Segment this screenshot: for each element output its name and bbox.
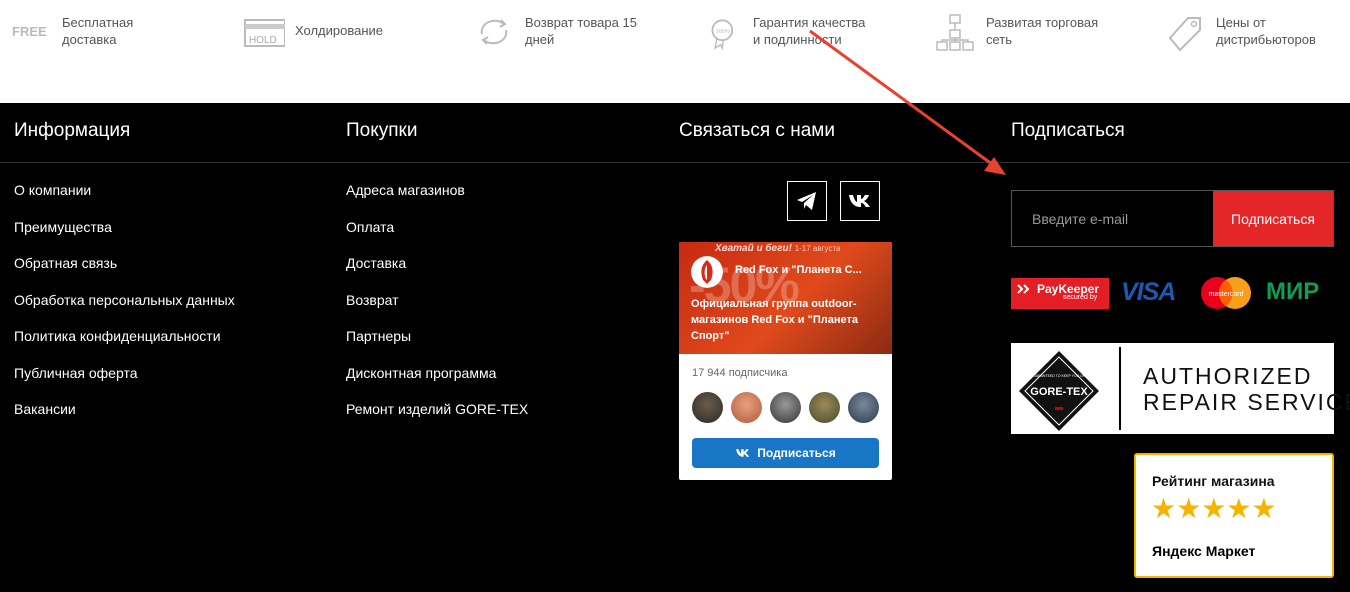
rating-source: Яндекс Маркет	[1152, 543, 1256, 559]
rating-stars-icon: ★★★★★	[1151, 493, 1277, 524]
telegram-icon	[797, 192, 816, 210]
avatar[interactable]	[770, 392, 801, 423]
seal-badge-text: 100%	[716, 29, 730, 35]
feature-line: Холдирование	[295, 23, 384, 38]
vk-group-description: Официальная группа outdoor-магазинов Red…	[691, 298, 858, 342]
feature-prices: Цены от дистрибьюторов	[1166, 12, 1316, 52]
quality-seal-icon: 100%	[711, 19, 734, 51]
footer-link-offer[interactable]: Публичная оферта	[14, 364, 235, 382]
email-input[interactable]	[1012, 191, 1213, 246]
feature-text: Возврат товара 15 дней	[525, 14, 637, 48]
avatar[interactable]	[692, 392, 723, 423]
footer-link-about[interactable]: О компании	[14, 181, 235, 199]
info-links: О компании Преимущества Обратная связь О…	[14, 181, 235, 437]
feature-text: Гарантия качества и подлинности	[753, 14, 865, 48]
feature-line: доставка	[62, 32, 117, 47]
feature-text: Бесплатная доставка	[62, 14, 133, 48]
info-column-title: Информация	[14, 120, 131, 141]
footer-link-return[interactable]: Возврат	[346, 291, 528, 309]
goretex-line1: AUTHORIZED	[1143, 363, 1313, 389]
vk-group-name[interactable]: Red Fox и "Планета С...	[735, 264, 862, 276]
footer-link-partners[interactable]: Партнеры	[346, 327, 528, 345]
price-tag-icon	[1168, 17, 1201, 52]
vk-group-widget[interactable]: Хватай и беги! 1-17 августа -50% Red Fox…	[679, 242, 892, 480]
feature-text: Цены от дистрибьюторов	[1216, 14, 1316, 48]
feature-line: и подлинности	[753, 32, 842, 47]
feature-text: Холдирование	[295, 22, 383, 39]
footer-link-feedback[interactable]: Обратная связь	[14, 254, 235, 272]
goretex-separator	[1119, 347, 1121, 430]
subscribe-form: Подписаться	[1011, 190, 1334, 247]
footer-link-stores[interactable]: Адреса магазинов	[346, 181, 528, 199]
vk-icon	[849, 195, 870, 207]
feature-line: Возврат товара 15	[525, 15, 637, 30]
feature-hold: HOLD Холдирование	[243, 12, 383, 52]
features-strip: FREE Бесплатная доставка HOLD Холдирован…	[0, 0, 1350, 103]
footer-link-advantages[interactable]: Преимущества	[14, 218, 235, 236]
vk-subscribers-count: 17 944 подписчика	[692, 367, 788, 379]
purchases-links: Адреса магазинов Оплата Доставка Возврат…	[346, 181, 528, 437]
feature-free-delivery: FREE Бесплатная доставка	[12, 12, 133, 52]
footer-link-goretex-repair[interactable]: Ремонт изделий GORE-TEX	[346, 400, 528, 418]
purchases-column-title: Покупки	[346, 120, 418, 141]
avatar[interactable]	[809, 392, 840, 423]
vk-widget-cover: Хватай и беги! 1-17 августа -50% Red Fox…	[679, 242, 892, 354]
feature-line: Цены от	[1216, 15, 1266, 30]
paykeeper-logo: PayKeeper secured by	[1011, 278, 1109, 309]
footer-link-delivery[interactable]: Доставка	[346, 254, 528, 272]
contact-column-title: Связаться с нами	[679, 120, 835, 141]
feature-quality: 100% Гарантия качества и подлинности	[707, 12, 865, 52]
footer-link-discount[interactable]: Дисконтная программа	[346, 364, 528, 382]
feature-return: Возврат товара 15 дней	[473, 12, 637, 52]
footer-link-vacancies[interactable]: Вакансии	[14, 400, 235, 418]
subscribe-column-title: Подписаться	[1011, 120, 1125, 141]
footer-link-personal-data[interactable]: Обработка персональных данных	[14, 291, 235, 309]
goretex-repair-badge: GORE-TEX GUARANTEED TO KEEP YOU DRY AUTH…	[1011, 343, 1350, 434]
visa-logo: VISA	[1121, 278, 1176, 306]
avatar[interactable]	[731, 392, 762, 423]
goretex-emblem-text: GORE-TEX	[1030, 386, 1088, 398]
goretex-emblem-top: GUARANTEED TO KEEP YOU DRY	[1030, 374, 1088, 378]
footer-link-privacy[interactable]: Политика конфиденциальности	[14, 327, 235, 345]
vk-subscribe-button[interactable]: Подписаться	[692, 438, 879, 468]
hold-badge-text: HOLD	[249, 35, 277, 46]
vk-member-avatars	[692, 392, 887, 423]
goretex-line2: REPAIR SERVICE	[1143, 389, 1350, 415]
rating-title: Рейтинг магазина	[1152, 473, 1275, 489]
telegram-button[interactable]	[787, 181, 827, 221]
red-fox-logo-icon	[691, 256, 723, 288]
free-delivery-icon: FREE	[12, 24, 47, 39]
feature-text: Развитая торговая сеть	[986, 14, 1098, 48]
subscribe-button[interactable]: Подписаться	[1213, 191, 1333, 246]
network-icon	[936, 14, 974, 51]
free-badge-text: FREE	[12, 24, 47, 39]
footer: Информация Покупки Связаться с нами Подп…	[0, 103, 1350, 592]
feature-line: Развитая торговая	[986, 15, 1099, 30]
return-arrows-icon	[480, 19, 508, 45]
feature-line: сеть	[986, 32, 1013, 47]
vk-subscribe-label: Подписаться	[757, 446, 836, 460]
mastercard-logo: mastercard	[1201, 277, 1251, 309]
vk-button[interactable]	[840, 181, 880, 221]
mastercard-text: mastercard	[1208, 291, 1243, 298]
feature-line: дистрибьюторов	[1216, 32, 1316, 47]
goretex-diamond-icon: GORE-TEX GUARANTEED TO KEEP YOU DRY	[1019, 351, 1099, 431]
feature-line: Бесплатная	[62, 15, 134, 30]
feature-network: Развитая торговая сеть	[934, 12, 1098, 52]
store-rating-widget[interactable]: Рейтинг магазина ★★★★★ Яндекс Маркет	[1134, 453, 1334, 578]
hold-icon: HOLD	[244, 19, 285, 47]
vk-icon	[736, 449, 750, 457]
footer-link-payment[interactable]: Оплата	[346, 218, 528, 236]
paykeeper-sub: secured by	[1063, 294, 1098, 301]
avatar[interactable]	[848, 392, 879, 423]
double-chevron-icon	[1017, 284, 1030, 294]
footer-divider	[0, 162, 1350, 163]
vk-widget-tagline: Хватай и беги! 1-17 августа	[715, 243, 841, 254]
mir-logo: МИР	[1266, 278, 1320, 305]
feature-line: Гарантия качества	[753, 15, 866, 30]
feature-line: дней	[525, 32, 555, 47]
yandex-market-label: Яндекс Маркет	[1152, 543, 1255, 559]
